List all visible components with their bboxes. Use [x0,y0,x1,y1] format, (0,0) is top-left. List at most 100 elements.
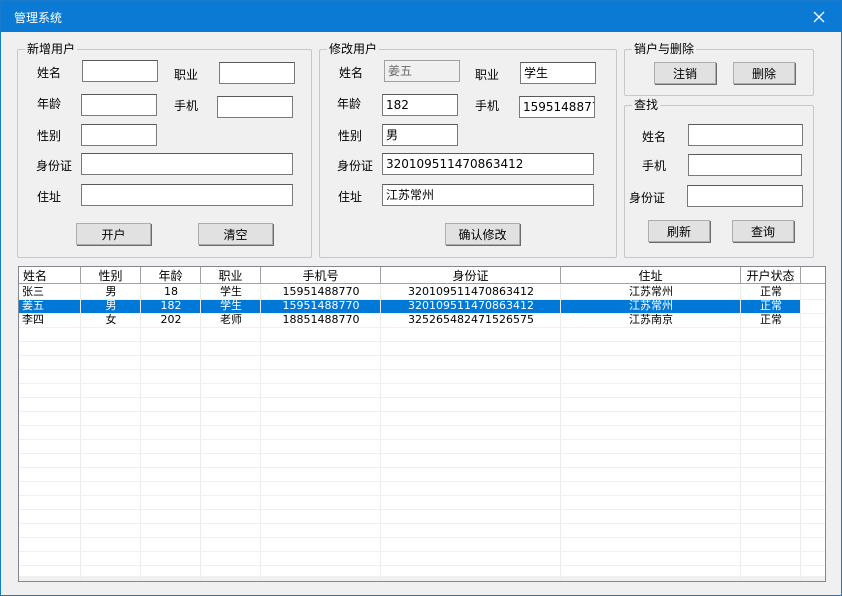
grid-line [19,383,825,384]
add-address-field[interactable] [81,184,293,206]
table-cell: 李四 [22,313,44,326]
column-header[interactable]: 住址 [561,267,741,284]
search-id-field[interactable] [687,185,803,207]
grid-line [19,425,825,426]
edit-phone-field[interactable]: 15951488770 [519,96,595,118]
grid-line [19,537,825,538]
add-job-field[interactable] [219,62,295,84]
add-gender-label: 性别 [37,129,62,143]
add-phone-label: 手机 [174,99,199,113]
grid-line [19,509,825,510]
grid-line [19,341,825,342]
column-header[interactable]: 性别 [81,267,141,284]
table-cell: 325265482471526575 [408,313,534,326]
edit-gender-label: 性别 [338,129,363,143]
table-cell: 学生 [220,285,242,298]
edit-age-label: 年龄 [337,97,362,111]
user-list[interactable]: 姓名 性别 年龄 职业 手机号 身份证 住址 开户状态 张三男 18 学生 15951488770 3… [18,266,826,582]
cancel-delete-group-label: 销户与删除 [632,42,697,56]
search-id-label: 身份证 [629,191,666,205]
add-job-label: 职业 [174,68,199,82]
edit-id-label: 身份证 [337,159,374,173]
add-phone-field[interactable] [217,96,293,118]
edit-phone-label: 手机 [475,99,500,113]
list-header: 姓名 性别 年龄 职业 手机号 身份证 住址 开户状态 [19,267,825,284]
table-cell: 学生 [220,299,242,312]
grid-line [19,369,825,370]
table-cell: 15951488770 [282,285,360,298]
close-icon [813,11,825,22]
table-cell: 张三 [22,285,44,298]
edit-address-label: 住址 [338,190,363,204]
column-header[interactable]: 年龄 [141,267,201,284]
grid-line [19,299,825,300]
add-address-label: 住址 [37,190,62,204]
table-cell: 320109511470863412 [408,299,534,312]
add-gender-field[interactable] [81,124,157,146]
grid-line [19,313,825,314]
table-cell: 江苏常州 [629,299,673,312]
delete-button[interactable]: 删除 [733,62,795,84]
grid-line [19,523,825,524]
table-row[interactable]: 李四 女 202 老师 18851488770 325265482471526575 江苏南… [19,313,801,327]
edit-job-field[interactable]: 学生 [520,62,596,84]
table-cell: 老师 [220,313,242,326]
search-name-field[interactable] [688,124,803,146]
grid-line [19,411,825,412]
edit-age-field[interactable]: 182 [382,94,458,116]
search-name-label: 姓名 [642,130,667,144]
deregister-button[interactable]: 注销 [654,62,716,84]
edit-address-field[interactable]: 江苏常州 [382,184,594,206]
refresh-button[interactable]: 刷新 [648,220,710,242]
edit-job-label: 职业 [475,68,500,82]
table-cell: 18851488770 [282,313,360,326]
table-cell: 15951488770 [282,299,360,312]
grid-line [19,565,825,566]
add-name-field[interactable] [82,60,158,82]
add-age-field[interactable] [81,94,157,116]
table-row[interactable]: 姜五 男 182 学生 15951488770 320109511470863412 江苏常… [19,299,801,313]
table-cell: 182 [160,299,182,312]
column-header[interactable]: 手机号 [261,267,381,284]
edit-gender-field[interactable]: 男 [382,124,458,146]
column-header[interactable]: 职业 [201,267,261,284]
edit-id-field[interactable]: 320109511470863412 [382,153,594,175]
table-cell: 202 [160,313,182,326]
column-header[interactable]: 开户状态 [741,267,801,284]
table-cell: 江苏常州 [629,285,673,298]
search-phone-field[interactable] [688,154,802,176]
edit-name-field: 姜五 [384,60,460,82]
main-window: 管理系统 新增用户 姓名 职业 年龄 手机 性别 身份证 住址 开户 清空 修改… [0,0,842,596]
table-cell: 320109511470863412 [408,285,534,298]
column-header[interactable]: 身份证 [381,267,561,284]
grid-line [19,453,825,454]
window-title: 管理系统 [14,11,63,25]
grid-line [19,397,825,398]
clear-button[interactable]: 清空 [198,223,273,245]
search-group-label: 查找 [632,98,661,112]
grid-line [19,467,825,468]
table-cell: 18 [164,285,178,298]
edit-user-group-label: 修改用户 [327,42,380,56]
query-button[interactable]: 查询 [732,220,794,242]
close-button[interactable] [797,1,841,32]
table-cell: 江苏南京 [629,313,673,326]
title-bar[interactable]: 管理系统 [1,1,841,32]
confirm-edit-button[interactable]: 确认修改 [445,223,520,245]
search-phone-label: 手机 [642,159,667,173]
add-id-field[interactable] [81,153,293,175]
grid-line [19,481,825,482]
column-header[interactable]: 姓名 [19,267,81,284]
table-cell: 正常 [760,285,782,298]
table-cell: 正常 [760,313,782,326]
table-row[interactable]: 张三 男 18 学生 15951488770 320109511470863412 江苏常州… [19,285,801,299]
table-cell: 男 [105,285,117,298]
grid-line [19,327,825,328]
open-account-button[interactable]: 开户 [76,223,151,245]
table-cell: 男 [105,299,117,312]
table-cell: 正常 [760,299,782,312]
add-id-label: 身份证 [36,159,73,173]
table-cell: 女 [105,313,117,326]
grid-line [19,355,825,356]
add-name-label: 姓名 [37,66,62,80]
